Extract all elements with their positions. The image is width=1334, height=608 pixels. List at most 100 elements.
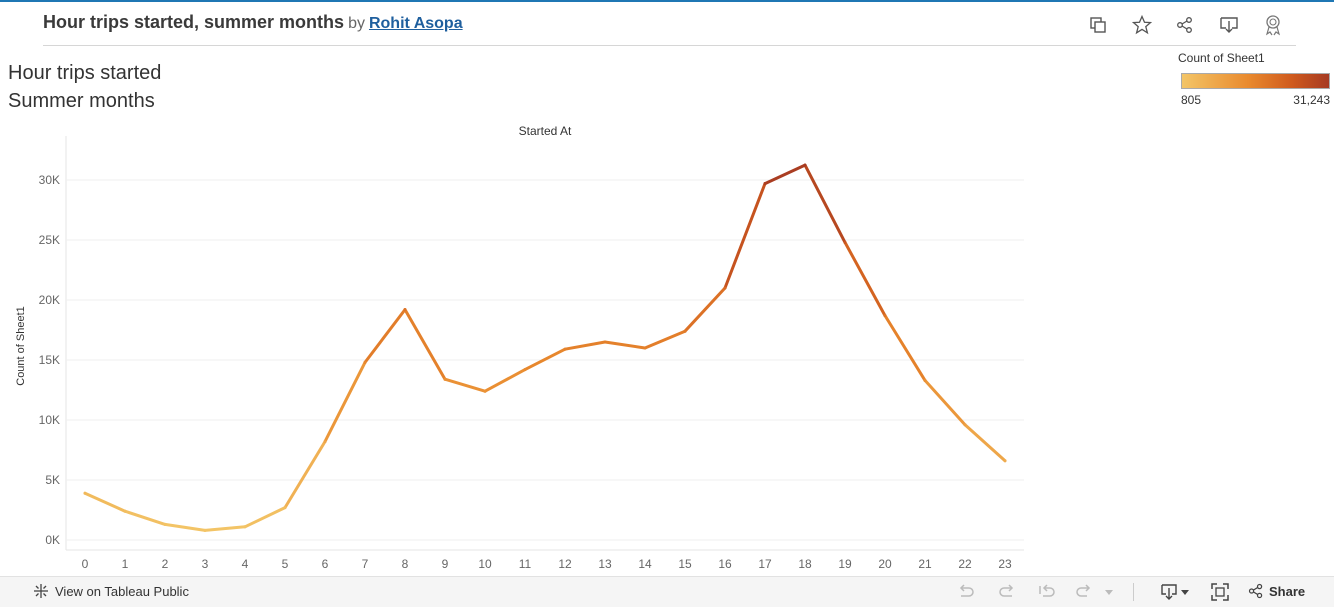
data-point — [283, 506, 287, 510]
data-point — [323, 440, 327, 444]
data-point — [83, 491, 87, 495]
x-tick-label: 1 — [122, 557, 129, 571]
share-label: Share — [1269, 583, 1306, 599]
x-tick-label: 21 — [918, 557, 932, 571]
award-icon[interactable] — [1260, 12, 1286, 38]
legend-title: Count of Sheet1 — [1178, 51, 1265, 65]
header-actions — [1085, 12, 1295, 38]
viz-title-line1: Hour trips started — [8, 62, 162, 84]
series-line-segment — [523, 347, 567, 372]
x-tick-label: 14 — [638, 557, 652, 571]
data-point — [483, 389, 487, 393]
series-line-segment — [323, 360, 367, 444]
forward-icon[interactable] — [1073, 582, 1095, 602]
x-tick-label: 23 — [998, 557, 1012, 571]
series-line-segment — [723, 182, 767, 290]
series-line-segment — [123, 509, 167, 526]
x-tick-label: 17 — [758, 557, 772, 571]
data-point — [563, 347, 567, 351]
author-link[interactable]: Rohit Asopa — [369, 15, 463, 32]
download-menu-icon[interactable] — [1158, 582, 1192, 602]
data-point — [403, 308, 407, 312]
data-point — [603, 340, 607, 344]
chart-title: Started At — [519, 124, 572, 138]
y-tick-label: 5K — [45, 473, 60, 487]
copy-icon[interactable] — [1085, 12, 1111, 38]
data-point — [923, 378, 927, 382]
series-line-segment — [963, 423, 1007, 463]
x-tick-label: 8 — [402, 557, 409, 571]
series-line-segment — [563, 340, 607, 351]
viz-header-title: Hour trips started, summer months by Rohit… — [43, 12, 463, 33]
redo-icon[interactable] — [996, 582, 1018, 602]
data-point — [883, 314, 887, 318]
series-line-segment — [443, 377, 487, 393]
x-tick-label: 4 — [242, 557, 249, 571]
header: Hour trips started, summer months by Rohit… — [0, 2, 1334, 46]
series-line-segment — [283, 440, 327, 510]
x-tick-label: 20 — [878, 557, 892, 571]
x-tick-label: 0 — [82, 557, 89, 571]
undo-icon[interactable] — [955, 582, 977, 602]
tableau-logo-icon — [34, 584, 48, 598]
data-point — [443, 377, 447, 381]
share-button[interactable]: Share — [1248, 583, 1305, 599]
data-point — [763, 182, 767, 186]
footer-divider — [1133, 583, 1134, 601]
star-icon[interactable] — [1129, 12, 1155, 38]
download-icon[interactable] — [1216, 12, 1242, 38]
series-line-segment — [883, 314, 927, 382]
series-line-segment — [683, 286, 727, 333]
x-tick-label: 12 — [558, 557, 572, 571]
series-line-segment — [83, 491, 127, 513]
x-tick-label: 18 — [798, 557, 812, 571]
y-tick-label: 25K — [39, 233, 60, 247]
x-tick-label: 2 — [162, 557, 169, 571]
line-chart[interactable]: 0K5K10K15K20K25K30K0 1 2 3 4 5 6 7 8 9 10 11 12 13 14 1… — [0, 118, 1040, 576]
data-point — [203, 528, 207, 532]
data-point — [723, 286, 727, 290]
forward-dropdown-icon[interactable] — [1098, 582, 1120, 602]
series-line-segment — [923, 378, 967, 427]
header-divider — [43, 45, 1296, 46]
y-tick-label: 0K — [45, 533, 60, 547]
series-line-segment — [243, 506, 287, 529]
series-line-segment — [483, 368, 527, 393]
legend-min-label: 805 — [1181, 93, 1202, 107]
y-tick-label: 30K — [39, 173, 60, 187]
x-tick-label: 13 — [598, 557, 612, 571]
x-tick-label: 5 — [282, 557, 289, 571]
data-point — [803, 163, 807, 167]
data-point — [963, 423, 967, 427]
x-tick-label: 22 — [958, 557, 972, 571]
x-tick-label: 19 — [838, 557, 852, 571]
share-nodes-icon[interactable] — [1172, 12, 1198, 38]
series-line-segment — [643, 329, 687, 350]
series-line-segment — [803, 163, 847, 244]
series-line-segment — [763, 163, 807, 186]
x-tick-label: 3 — [202, 557, 209, 571]
data-point — [843, 240, 847, 244]
by-label: by — [348, 15, 365, 32]
y-tick-label: 20K — [39, 293, 60, 307]
x-tick-label: 16 — [718, 557, 732, 571]
x-tick-label: 6 — [322, 557, 329, 571]
x-tick-label: 7 — [362, 557, 369, 571]
x-tick-label: 10 — [478, 557, 492, 571]
series-line-segment — [403, 308, 447, 381]
legend-max-label: 31,243 — [1293, 93, 1330, 107]
footer-toolbar: View on Tableau Public Share — [0, 576, 1334, 607]
series-line-segment — [603, 340, 647, 350]
series-line-segment — [843, 240, 887, 318]
fullscreen-icon[interactable] — [1209, 582, 1231, 602]
revert-icon[interactable] — [1036, 582, 1058, 602]
data-point — [1003, 459, 1007, 463]
data-point — [523, 368, 527, 372]
y-axis-label: Count of Sheet1 — [15, 306, 27, 386]
data-point — [363, 360, 367, 364]
viz-title: Hour trips started Summer months — [8, 59, 161, 115]
series-line-segment — [203, 525, 247, 532]
color-legend[interactable]: Count of Sheet1 805 31,243 — [1178, 51, 1332, 111]
view-on-tableau-label: View on Tableau Public — [55, 583, 189, 599]
view-on-tableau-button[interactable]: View on Tableau Public — [33, 583, 189, 599]
